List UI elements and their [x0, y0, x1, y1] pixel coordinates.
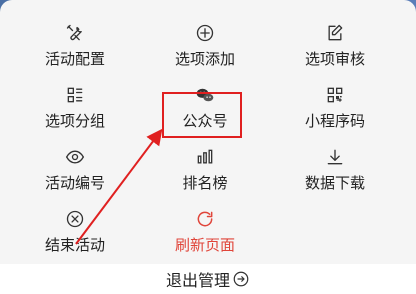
menu-item-label: 刷新页面: [174, 236, 235, 254]
menu-item-label: 选项添加: [174, 50, 235, 68]
edit-icon: [324, 22, 346, 44]
list-icon: [64, 84, 86, 106]
menu-item-activity-number[interactable]: 活动编号: [10, 146, 140, 208]
action-sheet: 活动配置 选项添加 选项审核 选项分组 公众号 小程序码 活动编号 排名榜 数据…: [0, 0, 416, 294]
close-circle-icon: [64, 208, 86, 230]
menu-item-label: 活动配置: [44, 50, 105, 68]
tools-icon: [64, 22, 86, 44]
plus-circle-icon: [194, 22, 216, 44]
annotation-highlight-box: [162, 92, 242, 138]
menu-item-leaderboard[interactable]: 排名榜: [140, 146, 270, 208]
menu-item-end-activity[interactable]: 结束活动: [10, 208, 140, 270]
footer-bar: 退出管理: [0, 264, 416, 294]
menu-item-label: 结束活动: [44, 236, 105, 254]
eye-icon: [64, 146, 86, 168]
qrcode-icon: [324, 84, 346, 106]
menu-item-label: 选项分组: [44, 112, 105, 130]
menu-item-data-download[interactable]: 数据下载: [270, 146, 400, 208]
menu-item-label: 活动编号: [44, 174, 105, 192]
menu-item-label: 排名榜: [182, 174, 228, 192]
exit-management-button[interactable]: 退出管理: [166, 267, 250, 291]
screen: 活动配置 选项添加 选项审核 选项分组 公众号 小程序码 活动编号 排名榜 数据…: [0, 0, 416, 294]
download-icon: [324, 146, 346, 168]
menu-item-label: 数据下载: [304, 174, 365, 192]
refresh-icon: [194, 208, 216, 230]
menu-item-activity-config[interactable]: 活动配置: [10, 22, 140, 84]
menu-item-refresh-page[interactable]: 刷新页面: [140, 208, 270, 270]
arrow-right-circle-icon: [232, 270, 250, 288]
menu-grid: 活动配置 选项添加 选项审核 选项分组 公众号 小程序码 活动编号 排名榜 数据…: [10, 22, 402, 270]
menu-item-option-group[interactable]: 选项分组: [10, 84, 140, 146]
menu-item-label: 选项审核: [304, 50, 365, 68]
menu-item-add-option[interactable]: 选项添加: [140, 22, 270, 84]
exit-management-label: 退出管理: [165, 271, 230, 290]
menu-item-review-option[interactable]: 选项审核: [270, 22, 400, 84]
menu-item-label: 小程序码: [304, 112, 365, 130]
bar-chart-icon: [194, 146, 216, 168]
menu-item-mini-program-code[interactable]: 小程序码: [270, 84, 400, 146]
